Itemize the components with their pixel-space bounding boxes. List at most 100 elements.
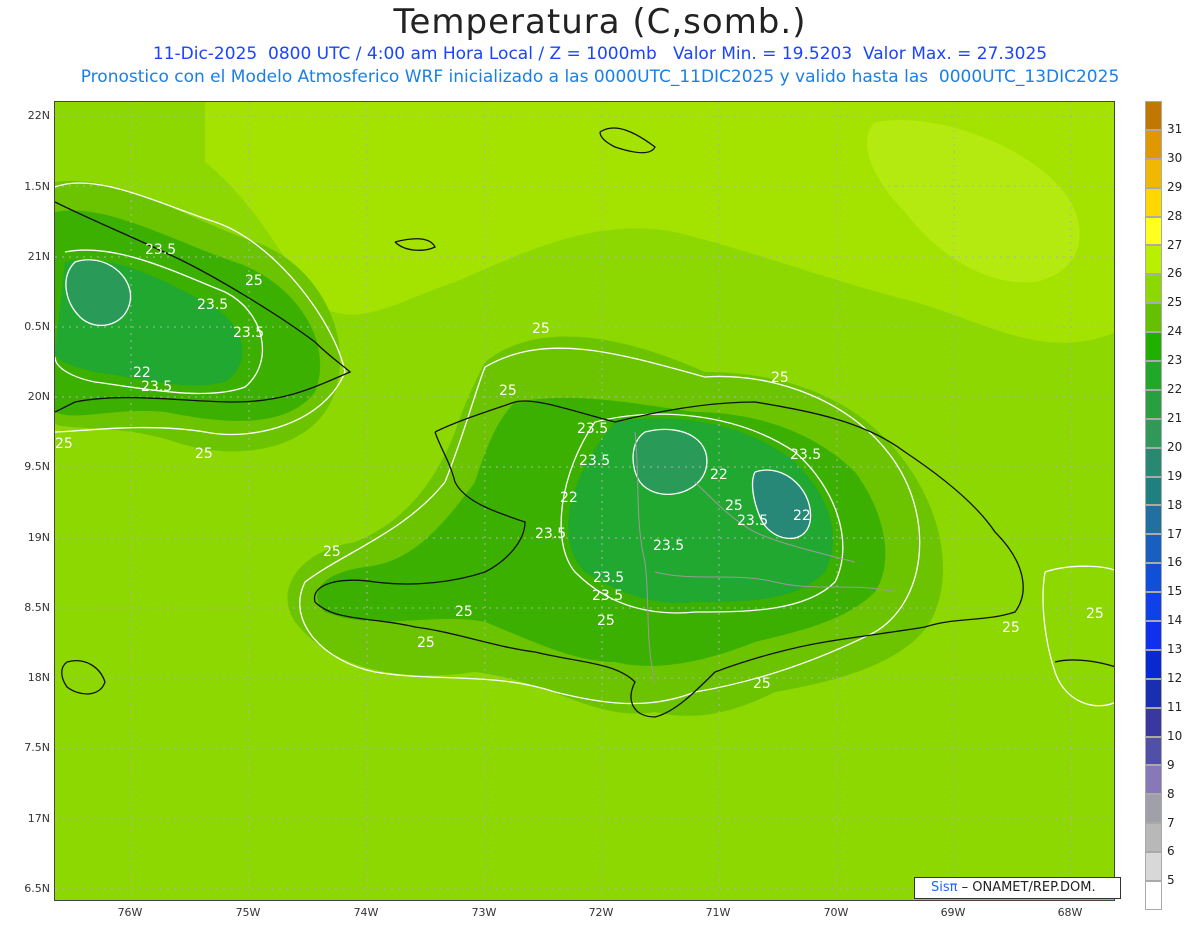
colorbar-segment — [1145, 216, 1162, 246]
colorbar-segment — [1145, 361, 1162, 390]
lon-label: 71W — [705, 906, 731, 919]
map-title: Temperatura (C,somb.) — [393, 2, 807, 42]
colorbar-segment — [1145, 765, 1162, 795]
contour-label: 23.5 — [790, 447, 821, 463]
lat-label: 7.5N — [24, 741, 50, 754]
lon-label: 69W — [940, 906, 966, 919]
contour-label: 23.5 — [577, 421, 608, 437]
colorbar-label: 16 — [1167, 555, 1183, 570]
contour-label: 22 — [793, 508, 811, 524]
colorbar-label: 7 — [1167, 815, 1175, 830]
colorbar-label: 19 — [1167, 468, 1183, 483]
lat-label: 6.5N — [24, 882, 50, 895]
contour-label: 23.5 — [592, 588, 623, 604]
lat-label: 8.5N — [24, 601, 50, 614]
map-subtitle-time: 11-Dic-2025 0800 UTC / 4:00 am Hora Loca… — [152, 44, 1048, 64]
colorbar-label: 26 — [1167, 266, 1183, 281]
contour-label: 25 — [532, 321, 550, 337]
colorbar-segment — [1145, 794, 1162, 824]
contour-label: 25 — [1086, 606, 1104, 622]
map-canvas: 23.5 25 23.5 23.5 22 23.5 25 25 25 25 25… — [55, 102, 1114, 900]
lat-label: 0.5N — [24, 320, 50, 333]
colorbar-segment — [1145, 158, 1162, 188]
colorbar-label: 28 — [1167, 208, 1183, 223]
colorbar-label: 11 — [1167, 699, 1183, 714]
colorbar-segment — [1145, 187, 1162, 217]
lon-label: 73W — [471, 906, 497, 919]
contour-label: 25 — [725, 498, 743, 514]
contour-label: 23.5 — [737, 513, 768, 529]
colorbar-label: 22 — [1167, 382, 1183, 396]
lon-label: 76W — [117, 906, 143, 919]
colorbar-segment — [1145, 332, 1162, 362]
lat-label: 9.5N — [24, 460, 50, 473]
lon-label: 72W — [588, 906, 614, 919]
colorbar-segment — [1145, 852, 1162, 882]
contour-label: 25 — [195, 446, 213, 462]
colorbar-segment — [1145, 649, 1162, 679]
contour-label: 25 — [455, 604, 473, 620]
lat-label: 18N — [27, 671, 50, 684]
colorbar-segment — [1145, 678, 1162, 708]
colorbar-label: 5 — [1167, 873, 1175, 888]
contour-label: 22 — [710, 467, 728, 483]
contour-label: 23.5 — [145, 242, 176, 258]
colorbar-label: 12 — [1167, 671, 1183, 685]
colorbar-label: 24 — [1167, 324, 1183, 339]
contour-label: 25 — [771, 370, 789, 386]
lat-label: 22N — [27, 109, 50, 122]
colorbar — [1145, 101, 1162, 910]
credit-box: Sisπ – ONAMET/REP.DOM. — [914, 877, 1121, 899]
lon-label: 74W — [353, 906, 379, 919]
contour-label: 23.5 — [197, 297, 228, 313]
contour-label: 25 — [417, 635, 435, 651]
colorbar-segment — [1145, 823, 1162, 853]
colorbar-segment — [1145, 101, 1162, 130]
lat-label: 19N — [27, 531, 50, 544]
lon-label: 68W — [1057, 906, 1083, 919]
lat-label: 17N — [27, 812, 50, 825]
colorbar-label: 18 — [1167, 497, 1183, 512]
contour-label: 23.5 — [141, 379, 172, 395]
contour-label: 23.5 — [233, 325, 264, 341]
colorbar-label: 8 — [1167, 786, 1175, 801]
contour-label: 25 — [55, 436, 73, 452]
colorbar-segment — [1145, 621, 1162, 650]
puerto-rico-coast — [1054, 659, 1114, 668]
map-subtitle-model: Pronostico con el Modelo Atmosferico WRF… — [80, 67, 1120, 87]
colorbar-label: 20 — [1167, 439, 1183, 454]
jamaica-coast — [61, 660, 106, 695]
contour-label: 22 — [560, 490, 578, 506]
contour-label: 25 — [323, 544, 341, 560]
colorbar-label: 23 — [1167, 353, 1183, 368]
credit-text: – ONAMET/REP.DOM. — [961, 880, 1096, 895]
colorbar-label: 17 — [1167, 526, 1183, 541]
colorbar-label: 14 — [1167, 613, 1183, 628]
colorbar-segment — [1145, 534, 1162, 564]
colorbar-segment — [1145, 707, 1162, 737]
colorbar-label: 9 — [1167, 757, 1175, 772]
colorbar-label: 6 — [1167, 844, 1175, 859]
contour-label: 23.5 — [593, 570, 624, 586]
contour-label: 25 — [597, 613, 615, 629]
colorbar-segment — [1145, 505, 1162, 535]
contour-label: 25 — [753, 676, 771, 692]
lon-label: 70W — [823, 906, 849, 919]
lat-label: 1.5N — [24, 180, 50, 193]
colorbar-segment — [1145, 389, 1162, 419]
colorbar-label: 30 — [1167, 150, 1183, 165]
colorbar-segment — [1145, 476, 1162, 506]
colorbar-label: 31 — [1167, 121, 1183, 136]
contour-label: 23.5 — [653, 538, 684, 554]
colorbar-segment — [1145, 129, 1162, 159]
colorbar-segment — [1145, 563, 1162, 593]
colorbar-segment — [1145, 245, 1162, 275]
contour-label: 25 — [499, 383, 517, 399]
colorbar-segment — [1145, 881, 1162, 910]
lon-label: 75W — [235, 906, 261, 919]
colorbar-segment — [1145, 274, 1162, 304]
temperature-map[interactable]: 23.5 25 23.5 23.5 22 23.5 25 25 25 25 25… — [54, 101, 1115, 901]
contour-label: 25 — [245, 273, 263, 289]
colorbar-segment — [1145, 447, 1162, 477]
colorbar-segment — [1145, 418, 1162, 448]
